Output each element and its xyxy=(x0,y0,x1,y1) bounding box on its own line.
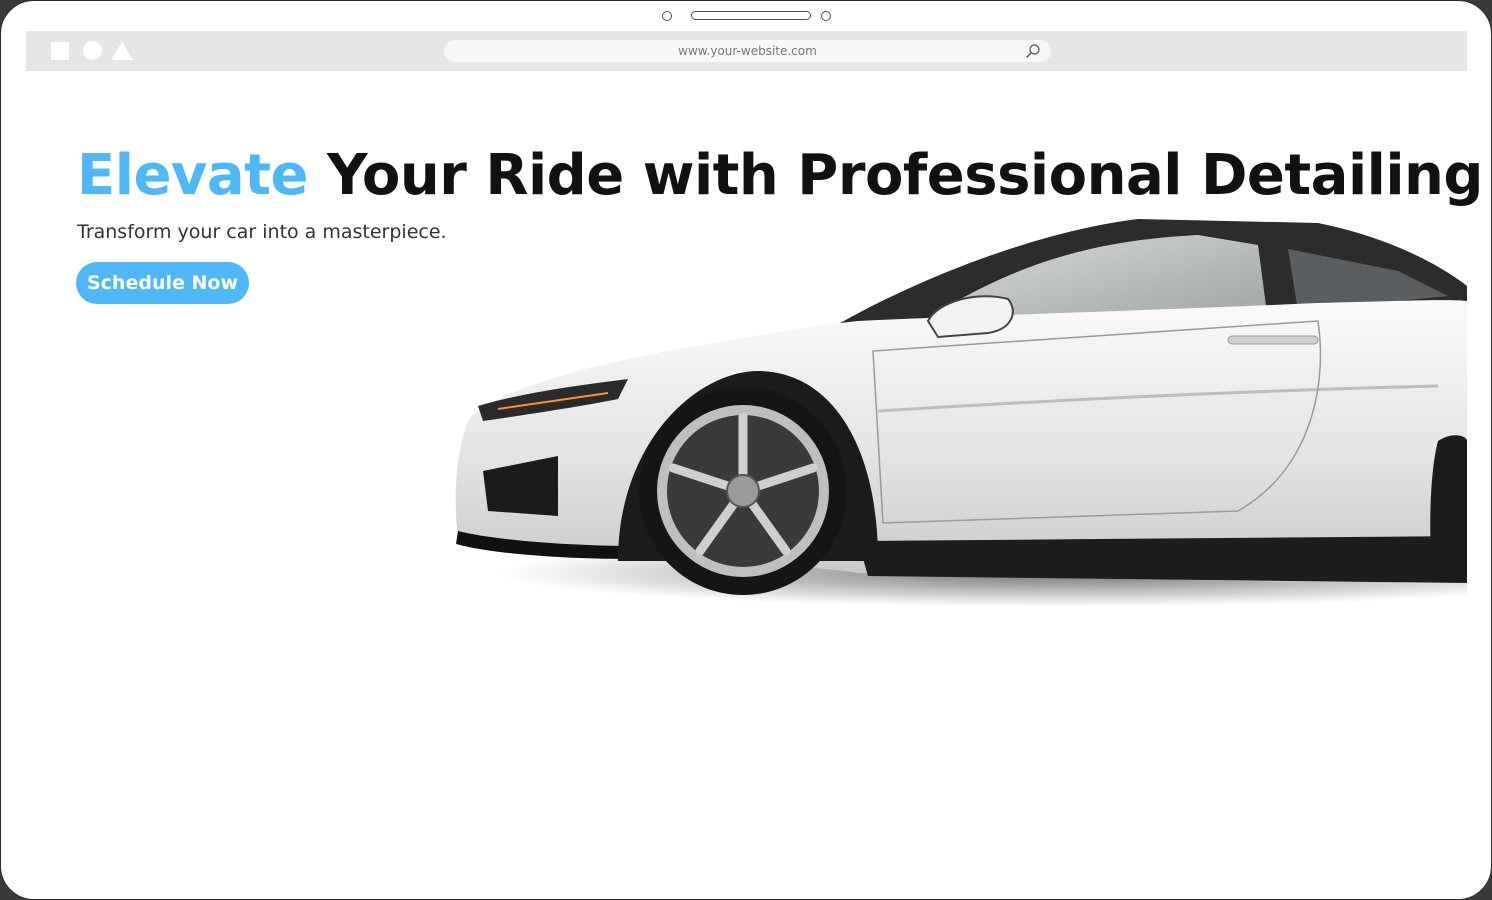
sensor-dot xyxy=(821,11,831,21)
speaker-slot xyxy=(691,11,811,20)
browser-toolbar: www.your-website.com xyxy=(26,31,1467,71)
camera-dot xyxy=(662,11,672,21)
headline-rest: Your Ride with Professional Detailing xyxy=(307,143,1484,208)
hero-subheadline: Transform your car into a masterpiece. xyxy=(77,221,447,243)
device-frame: www.your-website.com Elevate Your Ride w… xyxy=(0,0,1492,900)
hero-headline: Elevate Your Ride with Professional Deta… xyxy=(77,143,1484,208)
car-image xyxy=(455,219,1467,607)
search-icon[interactable] xyxy=(1025,43,1041,59)
url-text[interactable]: www.your-website.com xyxy=(444,44,1051,58)
hero-section: Elevate Your Ride with Professional Deta… xyxy=(26,71,1484,899)
address-bar[interactable]: www.your-website.com xyxy=(444,40,1051,62)
circle-icon[interactable] xyxy=(83,41,102,60)
triangle-icon[interactable] xyxy=(111,42,133,60)
headline-accent: Elevate xyxy=(77,143,308,208)
square-icon[interactable] xyxy=(51,42,69,60)
schedule-now-button[interactable]: Schedule Now xyxy=(76,262,249,304)
